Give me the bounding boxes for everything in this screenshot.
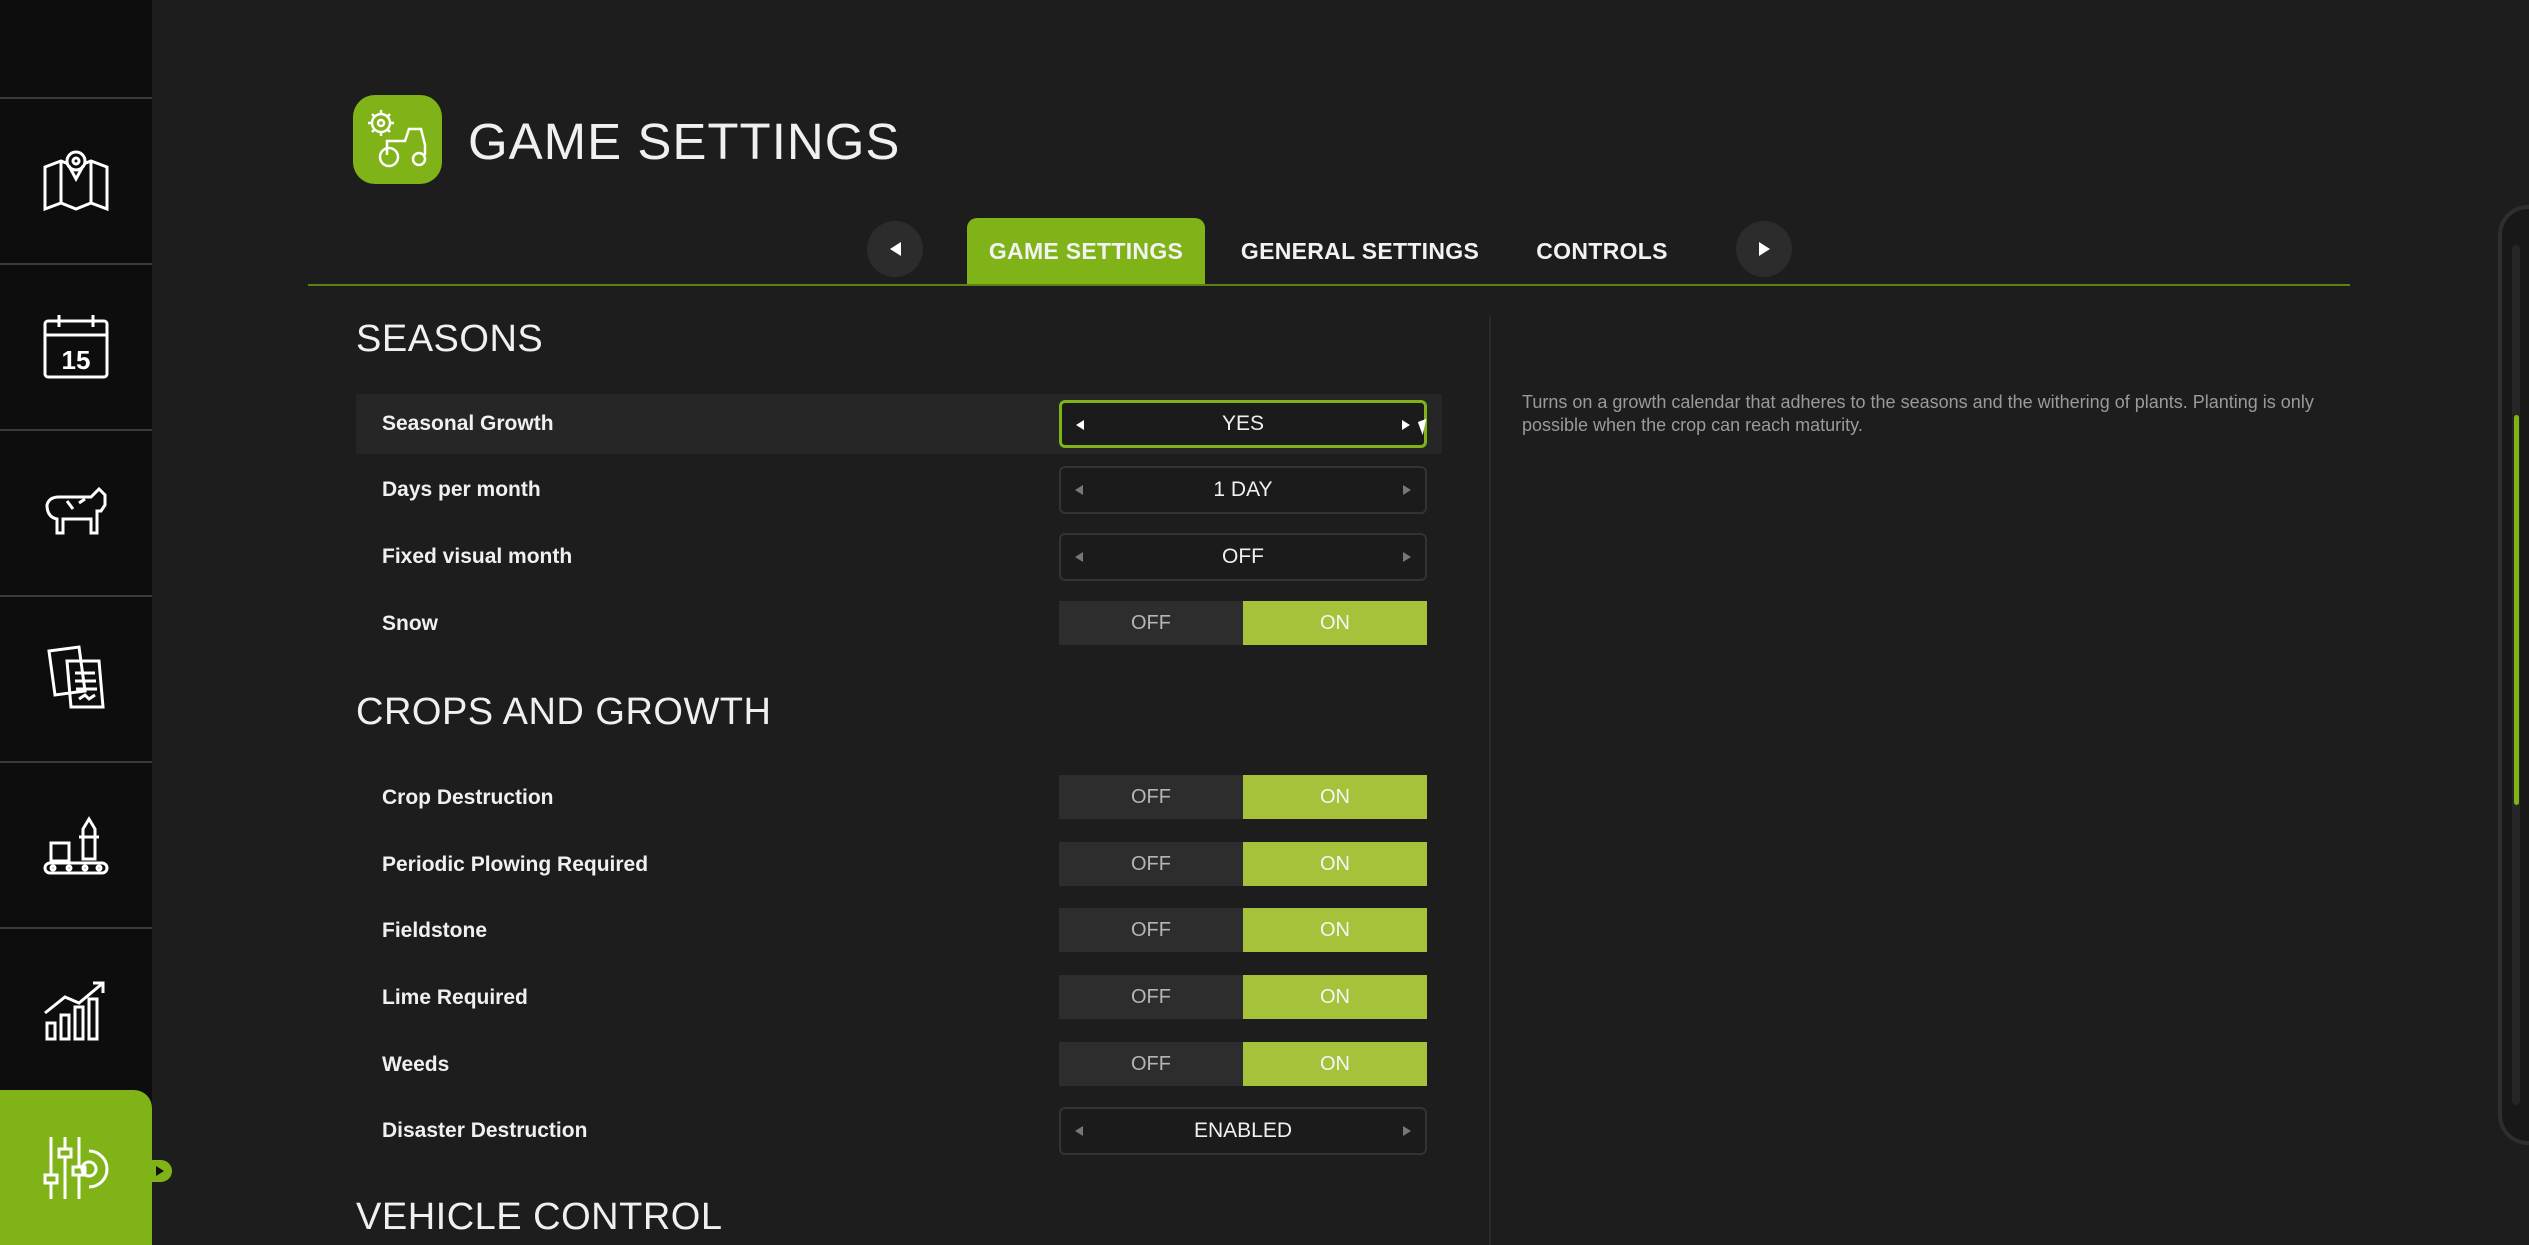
arrow-right-icon[interactable] [1403, 552, 1411, 562]
toggle-on-option[interactable]: ON [1243, 908, 1427, 952]
setting-row-snow: Snow OFF ON [356, 594, 1442, 654]
statistics-icon [44, 981, 105, 1041]
setting-label: Crop Destruction [382, 786, 554, 809]
setting-label: Days per month [382, 478, 541, 501]
tab-next-button[interactable] [1736, 221, 1792, 277]
setting-row-fieldstone: Fieldstone OFF ON [356, 901, 1442, 961]
setting-row-days-per-month: Days per month 1 DAY [356, 460, 1442, 520]
section-title-seasons: SEASONS [356, 318, 544, 360]
tractor-gear-icon [367, 109, 426, 167]
sidebar-item-contracts[interactable] [0, 595, 152, 759]
setting-description: Turns on a growth calendar that adheres … [1522, 392, 2314, 435]
setting-label: Lime Required [382, 986, 528, 1009]
fieldstone-toggle: OFF ON [1059, 908, 1427, 952]
sidebar-item-settings[interactable] [0, 1090, 152, 1245]
setting-label: Fieldstone [382, 919, 488, 942]
section-title-vehicle-control: VEHICLE CONTROL [356, 1196, 723, 1238]
arrow-right-icon[interactable] [1402, 420, 1410, 430]
fixed-visual-month-selector[interactable]: OFF [1059, 533, 1427, 581]
tab-controls[interactable]: CONTROLS [1512, 218, 1692, 284]
setting-label: Disaster Destruction [382, 1119, 588, 1142]
production-icon [43, 816, 109, 875]
arrow-right-icon[interactable] [1403, 485, 1411, 495]
toggle-off-option[interactable]: OFF [1059, 842, 1243, 886]
column-divider [1489, 316, 1491, 1245]
selector-value: YES [1221, 412, 1265, 435]
arrow-left-icon[interactable] [1075, 552, 1083, 562]
toggle-on-option[interactable]: ON [1243, 775, 1427, 819]
snow-toggle: OFF ON [1059, 601, 1427, 645]
setting-row-crop-destruction: Crop Destruction OFF ON [356, 768, 1442, 828]
sidebar-active-indicator [150, 1160, 172, 1182]
map-icon [43, 150, 109, 212]
tab-underline [308, 284, 2350, 286]
toggle-off-option[interactable]: OFF [1059, 908, 1243, 952]
disaster-destruction-selector[interactable]: ENABLED [1059, 1107, 1427, 1155]
selector-value: ENABLED [1193, 1119, 1293, 1142]
setting-row-fixed-visual-month: Fixed visual month OFF [356, 527, 1442, 587]
setting-row-weeds: Weeds OFF ON [356, 1035, 1442, 1095]
setting-row-periodic-plowing: Periodic Plowing Required OFF ON [356, 835, 1442, 895]
settings-sliders-icon [43, 1136, 109, 1199]
tab-prev-button[interactable] [867, 221, 923, 277]
seasonal-growth-selector[interactable]: YES [1059, 400, 1427, 448]
setting-label: Periodic Plowing Required [382, 853, 649, 876]
setting-row-seasonal-growth: Seasonal Growth YES [356, 394, 1442, 454]
periodic-plowing-toggle: OFF ON [1059, 842, 1427, 886]
svg-text:15: 15 [62, 345, 91, 375]
setting-label: Weeds [382, 1053, 450, 1076]
weeds-toggle: OFF ON [1059, 1042, 1427, 1086]
toggle-on-option[interactable]: ON [1243, 1042, 1427, 1086]
scrollbar-thumb[interactable] [2514, 415, 2519, 805]
arrow-left-icon[interactable] [1075, 1126, 1083, 1136]
toggle-on-option[interactable]: ON [1243, 601, 1427, 645]
toggle-off-option[interactable]: OFF [1059, 601, 1243, 645]
toggle-on-option[interactable]: ON [1243, 842, 1427, 886]
setting-row-lime-required: Lime Required OFF ON [356, 968, 1442, 1028]
toggle-off-option[interactable]: OFF [1059, 775, 1243, 819]
calendar-icon: 15 [43, 315, 109, 379]
section-title-crops: CROPS AND GROWTH [356, 691, 772, 733]
setting-label: Seasonal Growth [382, 412, 554, 435]
lime-required-toggle: OFF ON [1059, 975, 1427, 1019]
days-per-month-selector[interactable]: 1 DAY [1059, 466, 1427, 514]
arrow-left-icon[interactable] [1075, 485, 1083, 495]
selector-value: OFF [1222, 545, 1264, 568]
toggle-on-option[interactable]: ON [1243, 975, 1427, 1019]
setting-row-disaster-destruction: Disaster Destruction ENABLED [356, 1101, 1442, 1161]
toggle-off-option[interactable]: OFF [1059, 1042, 1243, 1086]
sidebar-item-animals[interactable] [0, 429, 152, 593]
arrow-left-icon [889, 242, 901, 256]
arrow-right-icon [1758, 242, 1770, 256]
tab-general-settings[interactable]: GENERAL SETTINGS [1222, 218, 1498, 284]
game-settings-logo [353, 95, 442, 184]
sidebar-item-map[interactable] [0, 97, 152, 261]
arrow-right-icon[interactable] [1403, 1126, 1411, 1136]
sidebar-item-calendar[interactable]: 15 [0, 263, 152, 427]
contracts-icon [47, 645, 105, 709]
selector-value: 1 DAY [1213, 478, 1273, 501]
setting-label: Fixed visual month [382, 545, 573, 568]
setting-label: Snow [382, 612, 438, 635]
page-title: GAME SETTINGS [468, 113, 901, 170]
sidebar-item-production[interactable] [0, 761, 152, 925]
crop-destruction-toggle: OFF ON [1059, 775, 1427, 819]
sidebar: 15 [0, 0, 172, 1245]
sidebar-item-statistics[interactable] [0, 927, 152, 1091]
tab-game-settings[interactable]: GAME SETTINGS [967, 218, 1205, 284]
arrow-left-icon[interactable] [1076, 420, 1084, 430]
cow-icon [45, 486, 107, 535]
toggle-off-option[interactable]: OFF [1059, 975, 1243, 1019]
